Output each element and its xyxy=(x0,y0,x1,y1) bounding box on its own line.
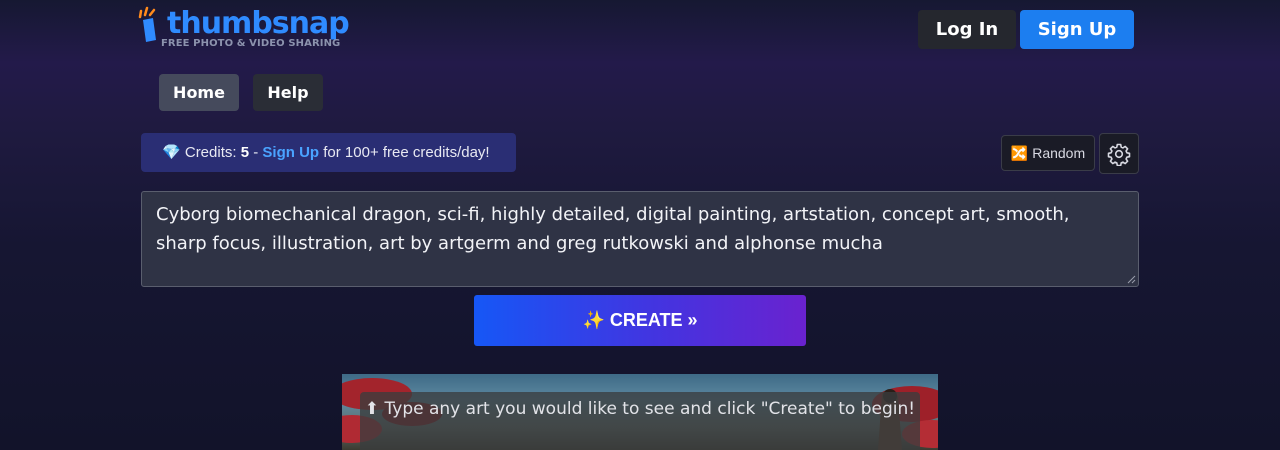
login-button[interactable]: Log In xyxy=(918,10,1016,49)
logo-wordmark: thumbsnap xyxy=(167,6,350,41)
shuffle-icon: 🔀 xyxy=(1010,145,1029,161)
credits-count: 5 xyxy=(240,144,250,161)
credits-separator: - xyxy=(253,144,259,161)
gem-icon: 💎 xyxy=(162,144,181,161)
create-label: CREATE » xyxy=(609,310,698,330)
nav-item-home[interactable]: Home xyxy=(159,74,239,111)
settings-button[interactable] xyxy=(1099,133,1139,174)
credits-banner: 💎 Credits: 5 - Sign Up for 100+ free cre… xyxy=(141,133,516,172)
sparkles-icon: ✨ xyxy=(582,310,605,330)
credits-suffix: for 100+ free credits/day! xyxy=(323,144,490,161)
credits-prefix: Credits: xyxy=(184,144,237,161)
preview-hint: ⬆ Type any art you would like to see and… xyxy=(360,392,920,450)
random-label: Random xyxy=(1032,145,1086,161)
thumbsnap-logo[interactable]: thumbsnap FREE PHOTO & VIDEO SHARING xyxy=(137,6,357,54)
logo-tagline: FREE PHOTO & VIDEO SHARING xyxy=(161,38,341,49)
prompt-text: Cyborg biomechanical dragon, sci-fi, hig… xyxy=(156,204,1070,254)
create-button[interactable]: ✨ CREATE » xyxy=(474,295,806,346)
resize-grip-icon[interactable] xyxy=(1126,274,1136,284)
prompt-input[interactable]: Cyborg biomechanical dragon, sci-fi, hig… xyxy=(141,191,1139,287)
random-button[interactable]: 🔀 Random xyxy=(1001,135,1095,171)
signup-button[interactable]: Sign Up xyxy=(1020,10,1134,49)
gear-icon xyxy=(1107,143,1131,166)
credits-signup-link[interactable]: Sign Up xyxy=(262,144,319,161)
preview-image: ⬆ Type any art you would like to see and… xyxy=(342,374,938,450)
nav-item-help[interactable]: Help xyxy=(253,74,323,111)
